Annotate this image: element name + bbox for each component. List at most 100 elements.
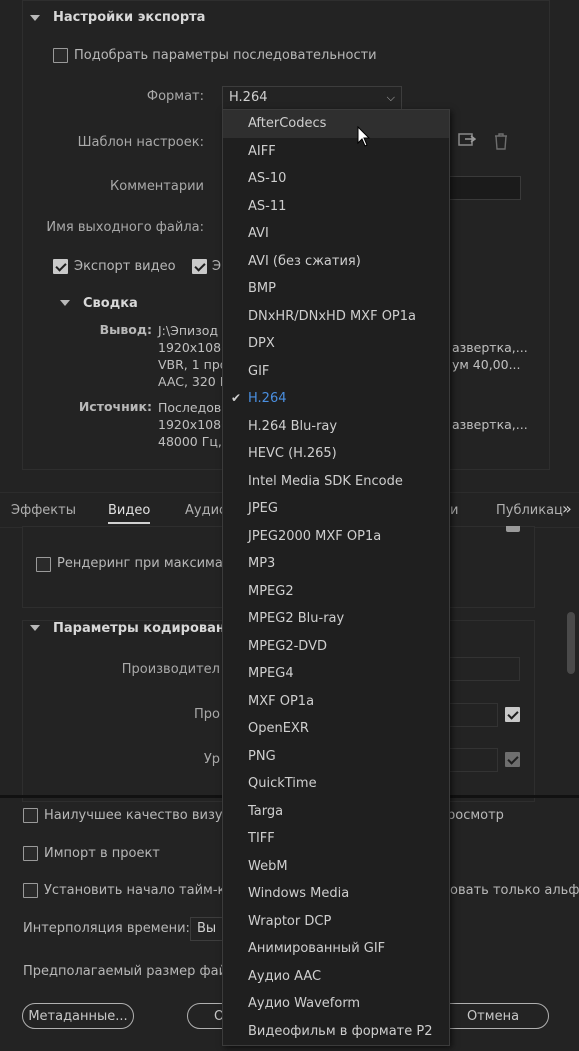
comments-input[interactable] <box>447 176 521 200</box>
level-select[interactable] <box>446 748 498 772</box>
format-option[interactable]: HEVC (H.265) <box>223 440 449 468</box>
mouse-pointer-icon <box>357 125 371 148</box>
import-preset-icon[interactable] <box>458 131 477 147</box>
more-tabs-icon[interactable]: » <box>562 499 572 518</box>
format-option[interactable]: AVI <box>223 220 449 248</box>
source-right-line-1: азвертка,... <box>452 417 528 432</box>
format-option[interactable]: MP3 <box>223 550 449 578</box>
format-option-label: Аудио AAC <box>248 968 322 984</box>
collapse-encoding-icon[interactable] <box>30 625 40 631</box>
format-option-label: AVI <box>248 226 269 241</box>
format-option-label: Windows Media <box>248 886 350 901</box>
format-option[interactable]: GIF <box>223 358 449 386</box>
producer-select[interactable] <box>446 657 520 681</box>
timecode-checkbox[interactable] <box>23 883 38 898</box>
format-option-label: Targa <box>248 803 284 819</box>
format-option[interactable]: DPX <box>223 330 449 358</box>
format-label: Формат: <box>146 89 204 104</box>
source-line-2: 1920x1080 <box>158 417 230 432</box>
format-option[interactable]: ✔ H.264 <box>223 385 449 413</box>
export-video-label: Экспорт видео <box>74 259 176 274</box>
format-option[interactable]: OpenEXR <box>223 715 449 743</box>
format-option[interactable]: MPEG2 <box>223 578 449 606</box>
profile-checkbox[interactable] <box>505 707 520 722</box>
tab-video[interactable]: Видео <box>108 503 151 524</box>
format-option-label: MXF OP1a <box>248 693 315 709</box>
source-line-1: Последов <box>158 400 222 415</box>
format-option[interactable]: PNG <box>223 743 449 771</box>
import-project-checkbox[interactable] <box>23 846 38 861</box>
format-option-label: Wraptor DCP <box>248 913 332 929</box>
format-option[interactable]: AVI (без сжатия) <box>223 248 449 276</box>
format-option[interactable]: H.264 Blu-ray <box>223 413 449 441</box>
format-select[interactable]: H.264 ⌵ <box>222 86 402 110</box>
render-max-checkbox[interactable] <box>36 557 51 572</box>
format-option-label: H.264 Blu-ray <box>248 418 338 434</box>
profile-label: Про <box>194 707 220 722</box>
format-option-label: GIF <box>248 363 270 379</box>
tab-publish[interactable]: Публикац <box>496 503 563 518</box>
format-option-label: MPEG2 <box>248 583 294 599</box>
format-option[interactable]: QuickTime <box>223 770 449 798</box>
alpha-label: овать только альфа-к <box>450 883 579 898</box>
format-option[interactable]: MPEG2 Blu-ray <box>223 605 449 633</box>
chevron-down-icon: ⌵ <box>386 91 395 104</box>
format-option-label: AS-11 <box>248 198 287 214</box>
summary-title: Сводка <box>83 296 138 311</box>
profile-select[interactable] <box>446 703 498 727</box>
format-option[interactable]: AIFF <box>223 138 449 166</box>
format-option[interactable]: Wraptor DCP <box>223 908 449 936</box>
scrollbar-thumb[interactable] <box>567 612 575 674</box>
format-option[interactable]: Targa <box>223 798 449 826</box>
format-option[interactable]: TIFF <box>223 825 449 853</box>
format-option-label: HEVC (H.265) <box>248 446 337 461</box>
trash-icon[interactable] <box>493 132 509 150</box>
best-quality-label: Наилучшее качество визуал <box>44 808 239 823</box>
tab-effects[interactable]: Эффекты <box>11 503 76 518</box>
format-option[interactable]: BMP <box>223 275 449 303</box>
format-option-label: Видеофильм в формате P2 <box>248 1023 433 1039</box>
format-option[interactable]: Windows Media <box>223 880 449 908</box>
format-option[interactable]: MXF OP1a <box>223 688 449 716</box>
format-option-label: AS-10 <box>248 171 287 186</box>
format-option-label: MPEG2-DVD <box>248 638 327 654</box>
best-quality-checkbox[interactable] <box>23 808 38 823</box>
format-option[interactable]: Анимированный GIF <box>223 935 449 963</box>
tab-audio[interactable]: Аудио <box>185 503 227 518</box>
format-option[interactable]: WebM <box>223 853 449 881</box>
match-sequence-label: Подобрать параметры последовательности <box>74 48 377 63</box>
export-video-checkbox[interactable] <box>53 259 68 274</box>
format-option-label: WebM <box>248 858 288 874</box>
format-option[interactable]: MPEG2-DVD <box>223 633 449 661</box>
tab-multiplexer-fragment[interactable]: и <box>450 503 458 518</box>
format-option[interactable]: DNxHR/DNxHD MXF OP1a <box>223 303 449 331</box>
format-option-label: Аудио Waveform <box>248 996 361 1011</box>
format-option[interactable]: JPEG2000 MXF OP1a <box>223 523 449 551</box>
format-option[interactable]: JPEG <box>223 495 449 523</box>
format-option[interactable]: MPEG4 <box>223 660 449 688</box>
interp-value: Вы <box>197 921 217 936</box>
format-option[interactable]: Аудио AAC <box>223 963 449 991</box>
match-sequence-checkbox[interactable] <box>53 48 68 63</box>
format-option[interactable]: Видеофильм в формате P2 <box>223 1018 449 1046</box>
format-option-label: Анимированный GIF <box>248 941 386 956</box>
collapsed-control[interactable] <box>506 526 520 532</box>
format-option-label: PNG <box>248 748 276 764</box>
format-option[interactable]: Аудио Waveform <box>223 990 449 1018</box>
format-option-label: BMP <box>248 281 276 296</box>
format-option[interactable]: AS-11 <box>223 193 449 221</box>
metadata-button[interactable]: Метаданные... <box>22 1003 134 1029</box>
encoding-title: Параметры кодирования <box>53 621 243 636</box>
cancel-button[interactable]: Отмена <box>437 1003 549 1029</box>
collapse-export-settings-icon[interactable] <box>30 15 40 21</box>
filesize-label: Предполагаемый размер файл <box>23 964 236 979</box>
output-right-line-1: азвертка,... <box>452 340 528 355</box>
export-audio-checkbox[interactable] <box>192 259 207 274</box>
collapse-summary-icon[interactable] <box>60 300 70 306</box>
import-project-label: Импорт в проект <box>44 846 160 861</box>
level-checkbox[interactable] <box>505 752 520 767</box>
format-option[interactable]: AS-10 <box>223 165 449 193</box>
format-option[interactable]: Intel Media SDK Encode <box>223 468 449 496</box>
comments-label: Комментарии <box>110 179 204 194</box>
format-option[interactable]: AfterCodecs <box>223 110 449 138</box>
